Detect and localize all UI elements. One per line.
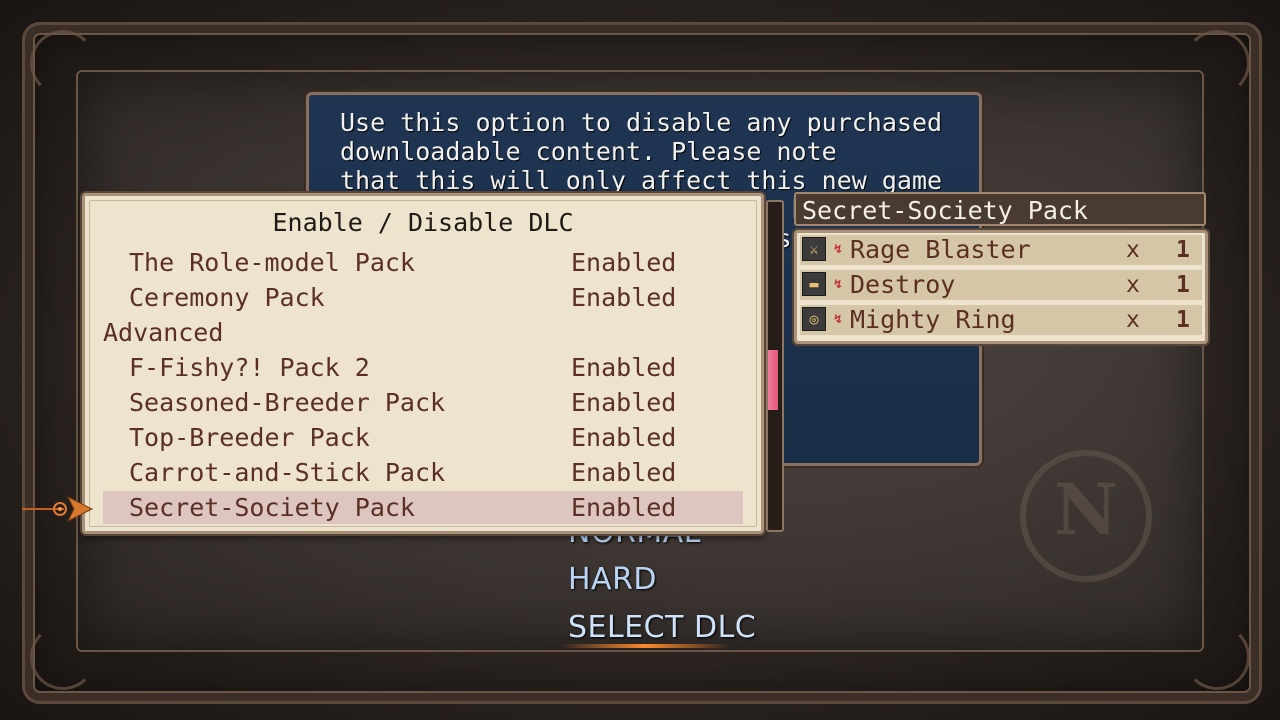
pack-item-row: ▬ ↯ Destroy x 1	[800, 270, 1202, 300]
dlc-status: Enabled	[571, 248, 677, 277]
gun-icon: ▬	[802, 272, 826, 296]
dlc-row[interactable]: Carrot-and-Stick Pack Enabled	[103, 456, 743, 489]
dlc-status: Enabled	[571, 493, 677, 522]
corner-ornament	[1184, 624, 1250, 690]
menu-item-select-dlc[interactable]: SELECT DLC	[568, 610, 756, 645]
dlc-badge-icon: ↯	[832, 242, 844, 256]
cursor-arrow-icon	[22, 495, 94, 523]
dlc-category-header: Advanced	[103, 316, 743, 349]
dlc-name: Seasoned-Breeder Pack	[129, 388, 446, 417]
dlc-badge-icon: ↯	[832, 277, 844, 291]
corner-ornament	[30, 30, 96, 96]
item-quantity: 1	[1176, 307, 1190, 333]
dlc-status: Enabled	[571, 353, 677, 382]
pack-item-row: ⚔ ↯ Rage Blaster x 1	[800, 235, 1202, 265]
item-name: Mighty Ring	[850, 305, 1016, 334]
dlc-status: Enabled	[571, 388, 677, 417]
item-multiplier: x	[1126, 307, 1140, 333]
category-label: Advanced	[103, 318, 224, 347]
sword-icon: ⚔	[802, 237, 826, 261]
dlc-name: F-Fishy?! Pack 2	[129, 353, 370, 382]
dlc-name: Top-Breeder Pack	[129, 423, 370, 452]
dlc-name: Carrot-and-Stick Pack	[129, 458, 446, 487]
dlc-row[interactable]: The Role-model Pack Enabled	[103, 246, 743, 279]
selection-highlight	[560, 644, 730, 648]
pack-item-row: ◎ ↯ Mighty Ring x 1	[800, 305, 1202, 335]
dlc-list-panel: Enable / Disable DLC The Role-model Pack…	[82, 193, 764, 534]
dlc-row[interactable]: F-Fishy?! Pack 2 Enabled	[103, 351, 743, 384]
menu-item-hard[interactable]: HARD	[568, 562, 657, 597]
dlc-name: Ceremony Pack	[129, 283, 325, 312]
dlc-row[interactable]: Top-Breeder Pack Enabled	[103, 421, 743, 454]
dlc-name: The Role-model Pack	[129, 248, 415, 277]
dlc-status: Enabled	[571, 423, 677, 452]
dlc-status: Enabled	[571, 458, 677, 487]
pack-title: Secret-Society Pack	[794, 192, 1206, 226]
dlc-badge-icon: ↯	[832, 312, 844, 326]
item-quantity: 1	[1176, 272, 1190, 298]
dlc-name: Secret-Society Pack	[129, 493, 415, 522]
item-multiplier: x	[1126, 237, 1140, 263]
item-multiplier: x	[1126, 272, 1140, 298]
item-name: Rage Blaster	[850, 235, 1031, 264]
dlc-list-title: Enable / Disable DLC	[272, 208, 574, 237]
dlc-row[interactable]: Ceremony Pack Enabled	[103, 281, 743, 314]
item-name: Destroy	[850, 270, 956, 299]
corner-ornament	[1184, 30, 1250, 96]
corner-ornament	[30, 624, 96, 690]
item-quantity: 1	[1176, 237, 1190, 263]
ring-icon: ◎	[802, 307, 826, 331]
dlc-row[interactable]: Seasoned-Breeder Pack Enabled	[103, 386, 743, 419]
dlc-status: Enabled	[571, 283, 677, 312]
emblem-icon	[1020, 450, 1152, 582]
scrollbar-thumb[interactable]	[768, 350, 778, 410]
dlc-row-selected[interactable]: Secret-Society Pack Enabled	[103, 491, 743, 524]
